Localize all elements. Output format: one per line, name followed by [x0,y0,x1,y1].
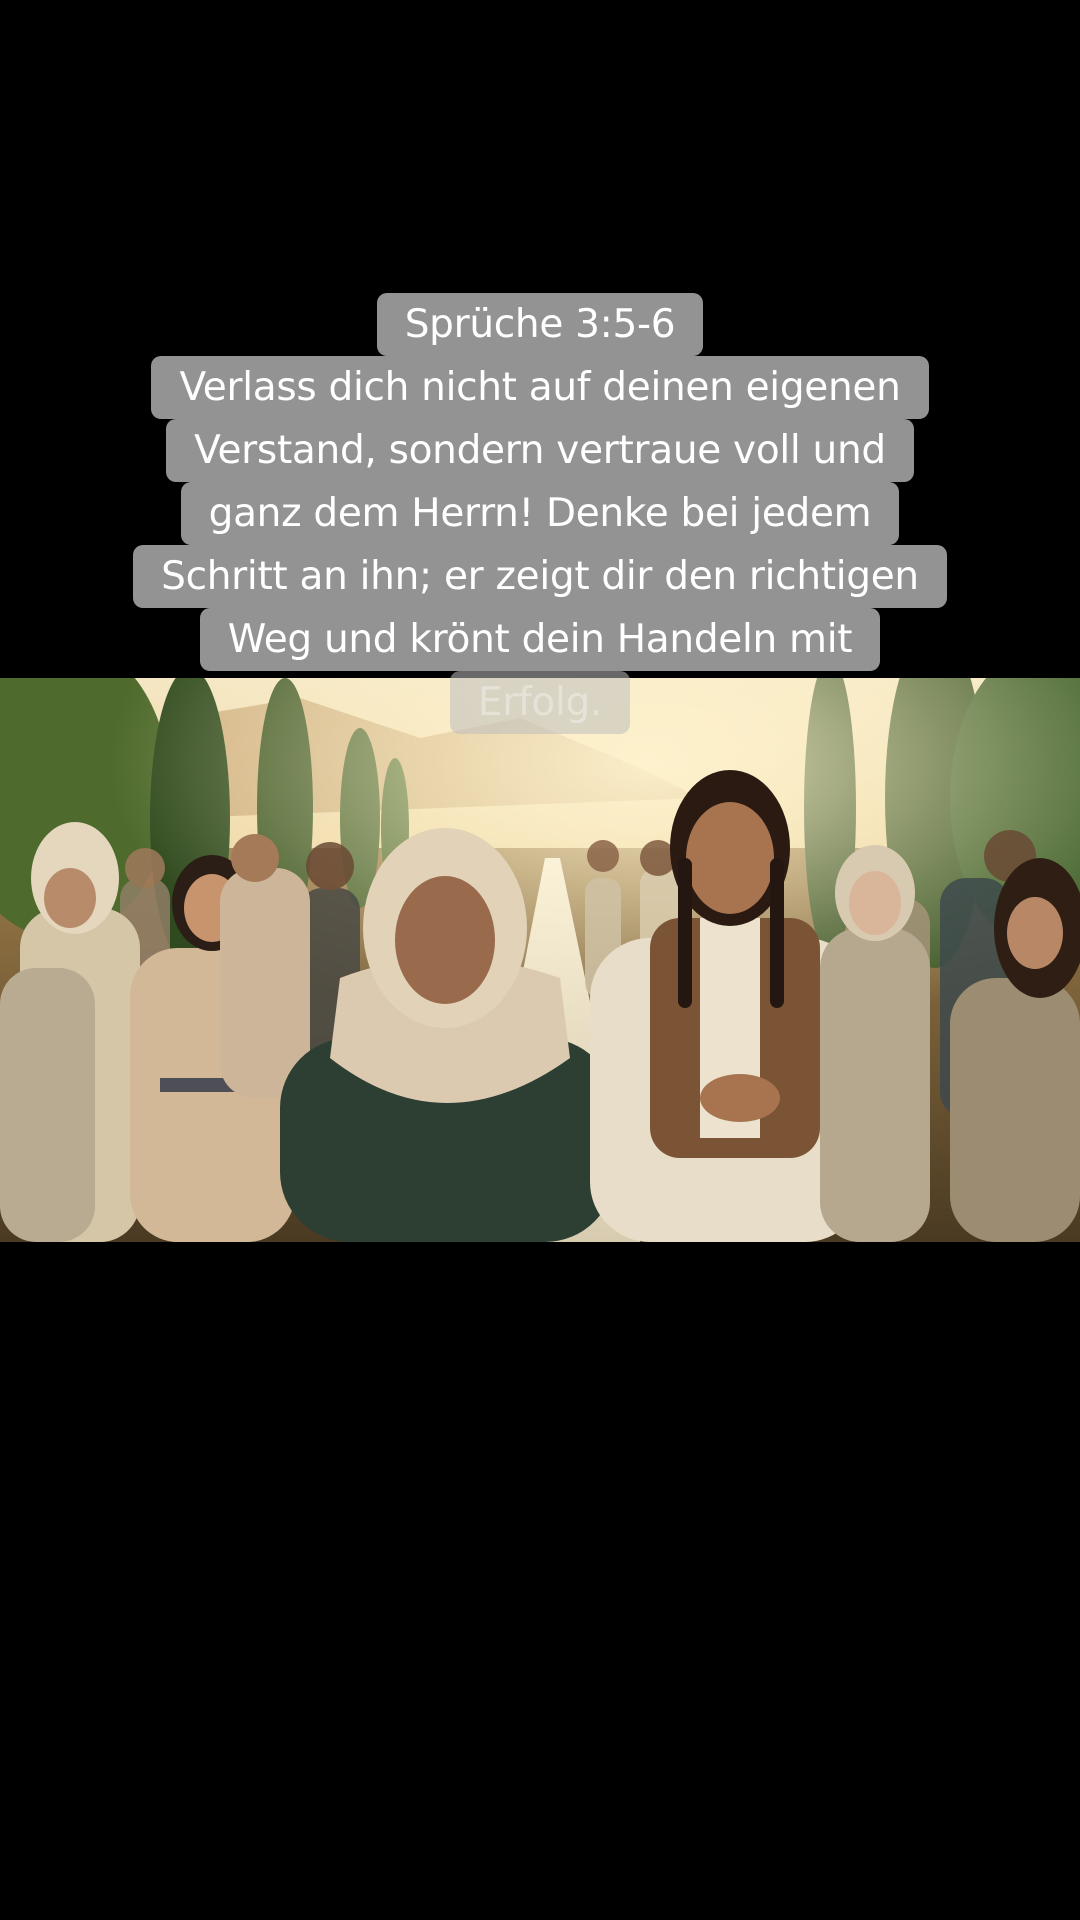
caption-overlay: Sprüche 3:5-6 Verlass dich nicht auf dei… [0,293,1080,734]
video-frame-image[interactable] [0,678,1080,1242]
caption-reference: Sprüche 3:5-6 [376,293,704,356]
caption-line-5: Weg und krönt dein Handeln mit [199,608,881,671]
caption-line-3: ganz dem Herrn! Denke bei jedem [180,482,900,545]
video-screen[interactable]: Sprüche 3:5-6 Verlass dich nicht auf dei… [0,0,1080,1920]
caption-line-4: Schritt an ihn; er zeigt dir den richtig… [133,545,947,608]
crowd-scene-illustration [0,678,1080,1242]
caption-line-6: Erfolg. [449,671,631,734]
caption-line-1: Verlass dich nicht auf deinen eigenen [151,356,929,419]
caption-line-2: Verstand, sondern vertraue voll und [166,419,914,482]
